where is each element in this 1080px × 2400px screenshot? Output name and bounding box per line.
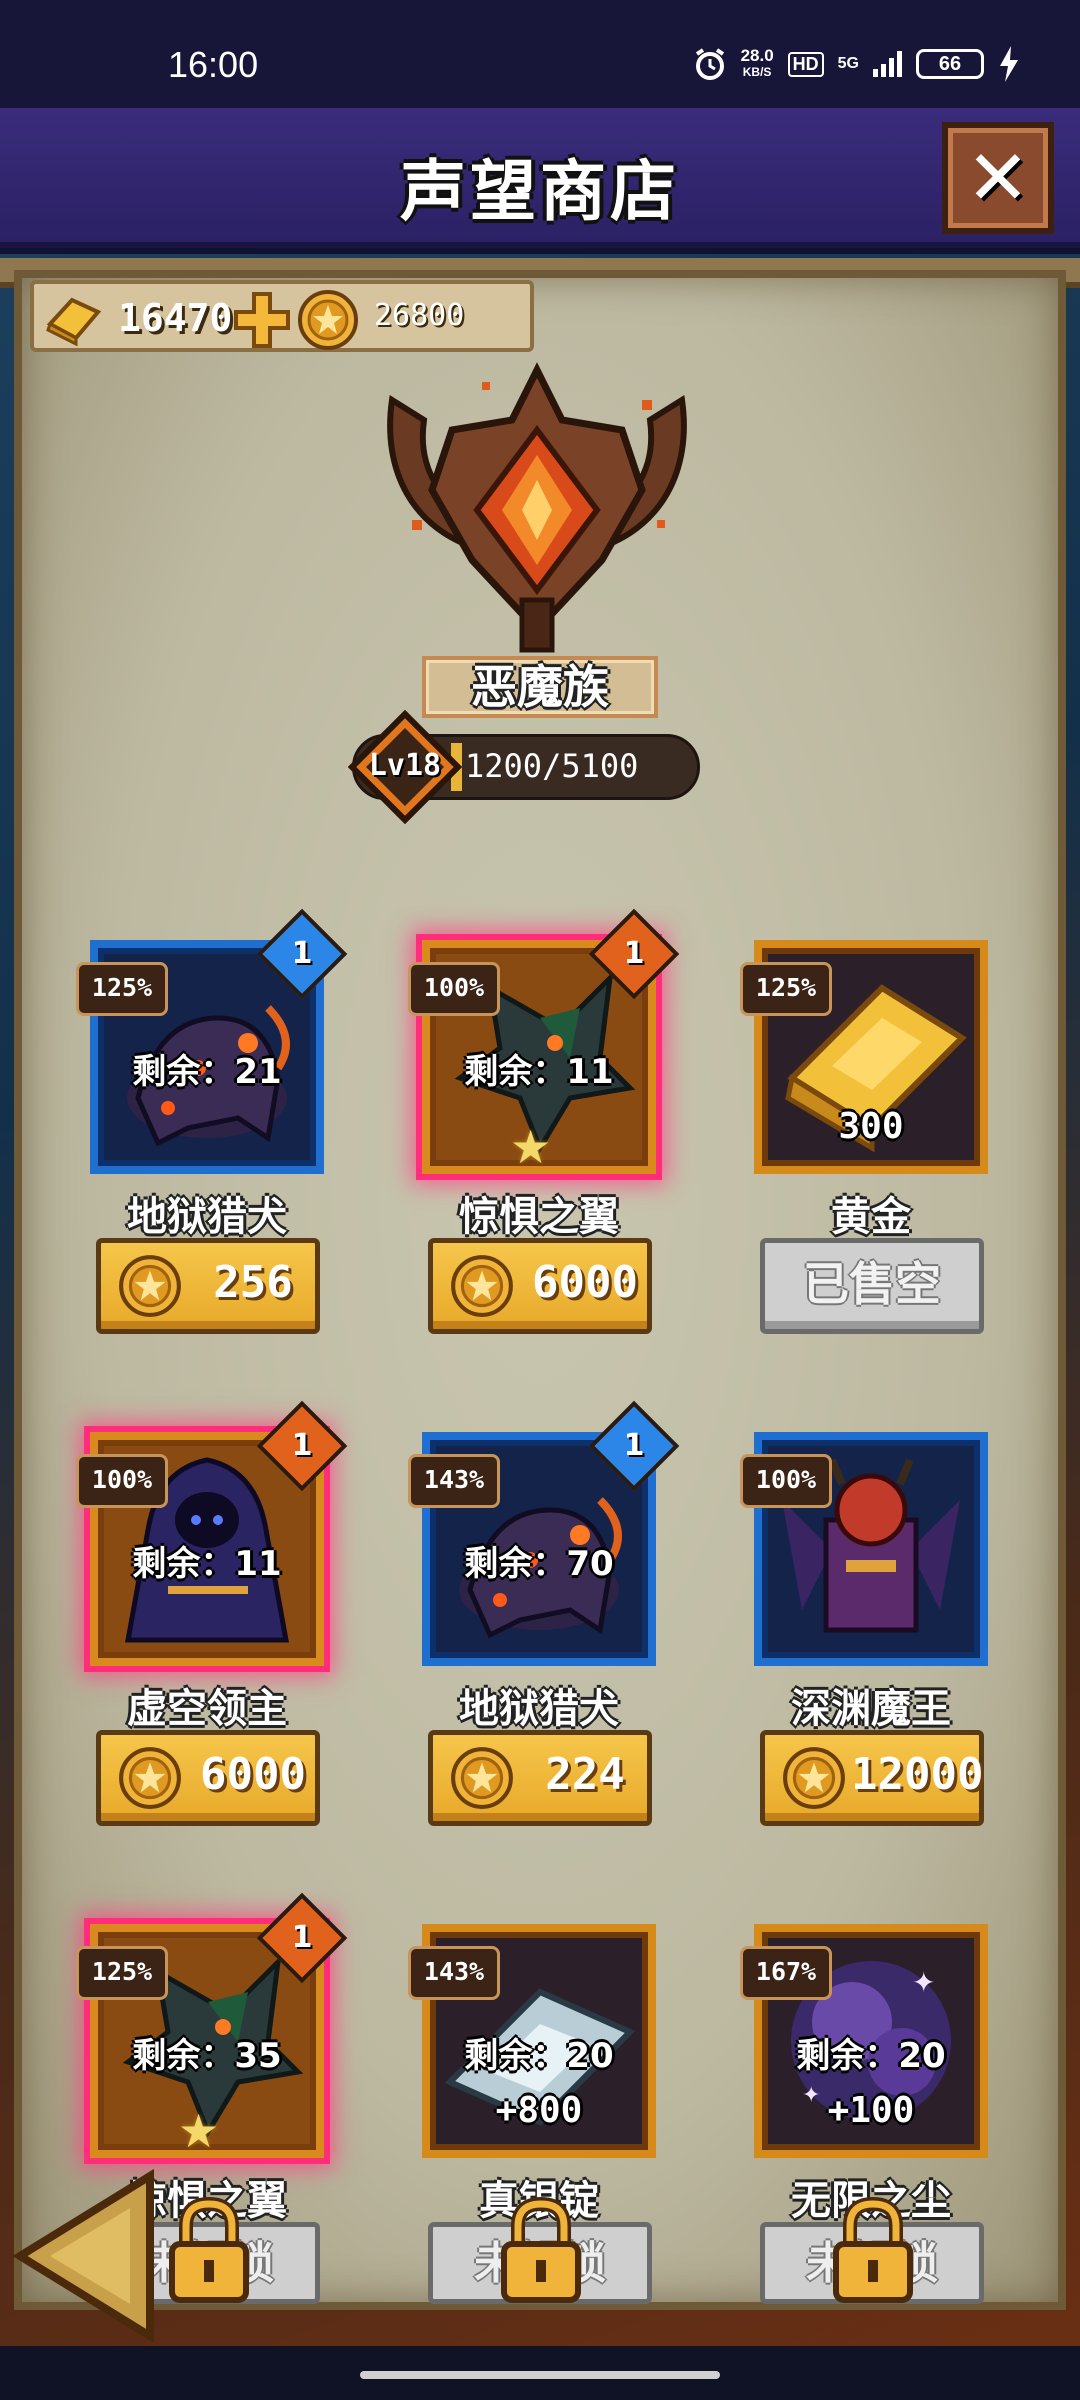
bonus-percent-badge: 100% — [408, 962, 500, 1016]
signal-icon — [873, 51, 902, 77]
remaining-count: 剩余：70 — [464, 1544, 614, 1584]
demon-faction-emblem — [387, 362, 687, 653]
close-button[interactable]: ✕ — [942, 122, 1054, 234]
reputation-coin-icon — [298, 290, 358, 350]
shop-item-true-silver[interactable]: 143% 剩余：20 +800 真银锭 未解锁 — [408, 1924, 664, 2304]
star-icon: ★ — [510, 1120, 552, 1174]
price-label: 12000 — [851, 1749, 984, 1800]
buy-button[interactable]: 256 — [96, 1238, 320, 1334]
coin-amount: 26800 — [374, 298, 465, 333]
battery-icon: 66 — [916, 49, 984, 79]
item-name: 地狱猎犬 — [127, 1194, 287, 1240]
remaining-count: 剩余：35 — [132, 2036, 282, 2076]
back-arrow-icon[interactable] — [10, 2166, 160, 2346]
bonus-percent-badge: 125% — [76, 962, 168, 1016]
remaining-count: 剩余：20 — [464, 2036, 614, 2076]
buy-button[interactable]: 6000 — [96, 1730, 320, 1826]
battery-level: 66 — [938, 52, 962, 75]
price-label: 6000 — [532, 1257, 638, 1308]
item-name: 虚空领主 — [127, 1686, 287, 1732]
shop-item-dread-wing[interactable]: ★ 100% 1 剩余：11 惊惧之翼 6000 — [408, 908, 680, 1334]
shop-item-void-lord[interactable]: 100% 1 剩余：11 虚空领主 6000 — [76, 1400, 348, 1826]
item-quantity: +800 — [495, 2090, 583, 2131]
net-speed: 28.0 KB/S — [740, 46, 774, 80]
status-bar: 16:00 28.0 KB/S HD 5G 66 — [0, 0, 1080, 108]
reputation-coin-icon — [451, 1747, 513, 1809]
remaining-count: 剩余：11 — [132, 1544, 282, 1584]
title-bar: 声望商店 — [0, 108, 1080, 248]
bonus-percent-badge: 100% — [740, 1454, 832, 1508]
level-label: Lv18 — [368, 748, 442, 783]
bonus-percent-badge: 125% — [76, 1946, 168, 2000]
faction-name: 恶魔族 — [471, 660, 609, 714]
shop-item-hellhound[interactable]: 143% 1 剩余：70 地狱猎犬 224 — [408, 1400, 680, 1826]
rank-number: 1 — [623, 1428, 645, 1463]
shop-item-gold[interactable]: 125% 300 黄金 已售空 — [740, 940, 996, 1334]
shop-item-infinite-dust[interactable]: ✦ ✦ 167% 剩余：20 +100 无限之尘 未解锁 — [740, 1924, 996, 2304]
bonus-percent-badge: 167% — [740, 1946, 832, 2000]
sold-out-button: 已售空 — [760, 1238, 984, 1334]
hd-icon: HD — [787, 51, 824, 77]
home-indicator[interactable] — [360, 2371, 720, 2379]
remaining-count: 剩余：21 — [132, 1052, 282, 1092]
price-label: 6000 — [200, 1749, 306, 1800]
item-name: 黄金 — [831, 1194, 911, 1240]
price-label: 256 — [213, 1257, 293, 1308]
reputation-coin-icon — [119, 1255, 181, 1317]
item-quantity: +100 — [827, 2090, 915, 2131]
item-quantity: 300 — [838, 1106, 904, 1147]
price-label: 224 — [545, 1749, 625, 1800]
faction-name-box: 恶魔族 — [422, 656, 658, 718]
gold-bar-icon — [46, 297, 102, 346]
shop-item-hellhound[interactable]: 125% 1 剩余：21 地狱猎犬 256 — [76, 908, 348, 1334]
buy-button[interactable]: 6000 — [428, 1238, 652, 1334]
rank-number: 1 — [291, 1428, 313, 1463]
lock-icon — [501, 2196, 581, 2303]
close-icon: ✕ — [966, 133, 1030, 222]
charging-icon — [1000, 46, 1018, 82]
add-gold-button[interactable] — [230, 288, 294, 352]
reputation-coin-icon — [119, 1747, 181, 1809]
rank-number: 1 — [291, 936, 313, 971]
page-title: 声望商店 — [400, 153, 680, 230]
remaining-count: 剩余：20 — [796, 2036, 946, 2076]
remaining-count: 剩余：11 — [464, 1052, 614, 1092]
alarm-icon — [695, 48, 724, 80]
network-type: 5G — [837, 55, 859, 72]
lock-icon — [169, 2196, 249, 2303]
status-time: 16:00 — [168, 44, 259, 85]
sold-out-label: 已售空 — [803, 1257, 941, 1311]
bonus-percent-badge: 143% — [408, 1454, 500, 1508]
buy-button[interactable]: 12000 — [760, 1730, 984, 1826]
item-name: 惊惧之翼 — [459, 1194, 619, 1240]
shop-item-abyss-lord[interactable]: 100% 深渊魔王 12000 — [740, 1432, 996, 1826]
net-speed-value: 28.0 — [740, 46, 774, 65]
item-name: 地狱猎犬 — [459, 1686, 619, 1732]
bonus-percent-badge: 125% — [740, 962, 832, 1016]
reputation-coin-icon — [783, 1747, 845, 1809]
net-speed-unit: KB/S — [742, 65, 772, 79]
reputation-coin-icon — [451, 1255, 513, 1317]
lock-icon — [833, 2196, 913, 2303]
svg-text:✦: ✦ — [912, 1966, 935, 1999]
star-icon: ★ — [178, 2104, 220, 2158]
bonus-percent-badge: 100% — [76, 1454, 168, 1508]
currency-bar: 16470 26800 — [30, 280, 534, 352]
buy-button[interactable]: 224 — [428, 1730, 652, 1826]
status-icons: 28.0 KB/S HD 5G 66 — [693, 46, 1020, 82]
reputation-progress-text: 1200/5100 — [465, 747, 639, 785]
bonus-percent-badge: 143% — [408, 1946, 500, 2000]
item-name: 深渊魔王 — [791, 1686, 951, 1732]
rank-number: 1 — [623, 936, 645, 971]
gold-amount: 16470 — [118, 296, 233, 340]
rank-number: 1 — [291, 1920, 313, 1955]
